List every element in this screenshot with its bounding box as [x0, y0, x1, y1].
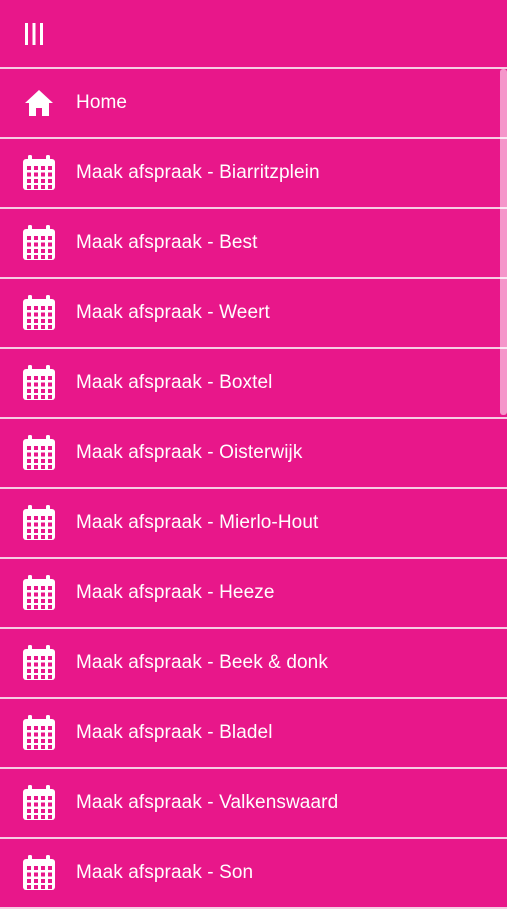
calendar-icon — [20, 154, 58, 192]
menu-item-label: Maak afspraak - Biarritzplein — [76, 162, 320, 183]
menu-item-oisterwijk[interactable]: Maak afspraak - Oisterwijk — [0, 419, 507, 489]
calendar-icon — [20, 504, 58, 542]
menu-item-biarritzplein[interactable]: Maak afspraak - Biarritzplein — [0, 139, 507, 209]
menu-item-heeze[interactable]: Maak afspraak - Heeze — [0, 559, 507, 629]
navigation-menu: Home Maak afspraak - Biarritzplein Maak … — [0, 69, 507, 909]
menu-item-label: Maak afspraak - Oisterwijk — [76, 442, 303, 463]
calendar-icon — [20, 854, 58, 892]
menu-item-beek-en-donk[interactable]: Maak afspraak - Beek & donk — [0, 629, 507, 699]
menu-item-home[interactable]: Home — [0, 69, 507, 139]
calendar-icon — [20, 574, 58, 612]
menu-item-best[interactable]: Maak afspraak - Best — [0, 209, 507, 279]
scrollbar[interactable] — [500, 69, 507, 415]
menu-item-label: Maak afspraak - Bladel — [76, 722, 273, 743]
calendar-icon — [20, 224, 58, 262]
menu-item-label: Maak afspraak - Son — [76, 862, 254, 883]
menu-item-label: Maak afspraak - Best — [76, 232, 258, 253]
menu-item-mierlo-hout[interactable]: Maak afspraak - Mierlo-Hout — [0, 489, 507, 559]
menu-item-weert[interactable]: Maak afspraak - Weert — [0, 279, 507, 349]
menu-button[interactable] — [16, 16, 52, 52]
calendar-icon — [20, 784, 58, 822]
menu-item-label: Maak afspraak - Weert — [76, 302, 270, 323]
calendar-icon — [20, 364, 58, 402]
menu-item-label: Home — [76, 92, 128, 113]
menu-item-label: Maak afspraak - Heeze — [76, 582, 275, 603]
calendar-icon — [20, 714, 58, 752]
menu-item-boxtel[interactable]: Maak afspraak - Boxtel — [0, 349, 507, 419]
calendar-icon — [20, 294, 58, 332]
menu-item-label: Maak afspraak - Valkenswaard — [76, 792, 339, 813]
menu-item-son[interactable]: Maak afspraak - Son — [0, 839, 507, 909]
home-icon — [20, 84, 58, 122]
menu-item-valkenswaard[interactable]: Maak afspraak - Valkenswaard — [0, 769, 507, 839]
calendar-icon — [20, 644, 58, 682]
calendar-icon — [20, 434, 58, 472]
hamburger-menu-icon — [24, 22, 44, 46]
top-bar — [0, 0, 507, 67]
menu-item-label: Maak afspraak - Mierlo-Hout — [76, 512, 319, 533]
menu-item-label: Maak afspraak - Beek & donk — [76, 652, 328, 673]
menu-item-bladel[interactable]: Maak afspraak - Bladel — [0, 699, 507, 769]
menu-item-label: Maak afspraak - Boxtel — [76, 372, 273, 393]
